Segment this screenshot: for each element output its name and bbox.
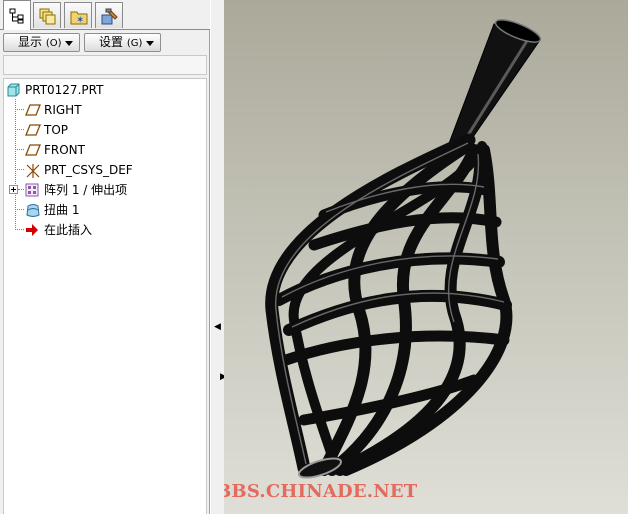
show-label: 显示 <box>18 35 43 49</box>
tree-connector <box>15 109 24 110</box>
settings-mnemonic: (G) <box>126 38 143 49</box>
expand-toggle[interactable] <box>9 185 18 194</box>
panel-splitter[interactable]: ◀ ▶ <box>210 0 227 514</box>
tree-item-label: 阵列 1 / 伸出项 <box>44 183 128 197</box>
tools-icon <box>101 8 118 25</box>
graphics-viewport[interactable]: BBS.CHINADE.NET <box>224 0 628 514</box>
tab-folder-browser[interactable]: ✶ <box>64 2 92 28</box>
site-watermark: BBS.CHINADE.NET <box>224 481 418 502</box>
tree-item-label: FRONT <box>44 143 85 157</box>
tree-connector <box>15 149 24 150</box>
tree-toolbar: 显示 (O) 设置 (G) <box>0 33 210 53</box>
tab-tools[interactable] <box>95 2 123 28</box>
model-tree-icon <box>9 8 24 24</box>
tree-item-label: PRT_CSYS_DEF <box>44 163 133 177</box>
tree-filter-field[interactable] <box>3 55 207 75</box>
tree-item-label: TOP <box>44 123 69 137</box>
part-icon <box>7 83 20 97</box>
insert-here-arrow-icon <box>26 224 38 236</box>
warped-basket-model <box>265 19 542 479</box>
datum-plane-icon <box>25 144 41 156</box>
tab-layers[interactable] <box>33 2 61 28</box>
tree-item-label: PRT0127.PRT <box>25 83 104 97</box>
datum-plane-icon <box>25 104 41 116</box>
folder-star-icon: ✶ <box>70 11 88 26</box>
datum-plane-icon <box>25 124 41 136</box>
model-tree-panel: ✶ 显示 (O) 设置 (G) PRT0127.PRT RIGHT TOP FR… <box>0 0 210 514</box>
layers-icon <box>39 8 56 25</box>
tree-item-label: 扭曲 1 <box>44 203 80 217</box>
model-tree: PRT0127.PRT RIGHT TOP FRONT PRT_CSYS_DEF <box>3 78 207 514</box>
show-mnemonic: (O) <box>45 38 62 49</box>
tab-model-tree[interactable] <box>3 0 31 30</box>
tree-connector <box>18 189 24 190</box>
show-dropdown-button[interactable]: 显示 (O) <box>3 33 80 52</box>
coordinate-system-icon <box>26 164 40 178</box>
navigator-tab-strip: ✶ <box>0 0 210 30</box>
chevron-down-icon <box>146 41 154 46</box>
pattern-icon <box>25 183 39 197</box>
tree-item-label: RIGHT <box>44 103 82 117</box>
svg-text:✶: ✶ <box>76 15 84 26</box>
tree-connector <box>15 99 16 230</box>
tree-connector <box>15 169 24 170</box>
collapse-left-arrow-icon[interactable]: ◀ <box>214 322 221 332</box>
tree-connector <box>15 229 24 230</box>
chevron-down-icon <box>65 41 73 46</box>
settings-dropdown-button[interactable]: 设置 (G) <box>84 33 161 52</box>
tree-connector <box>15 209 24 210</box>
warp-icon <box>26 204 40 217</box>
tree-item-label: 在此插入 <box>44 223 93 237</box>
tree-connector <box>15 129 24 130</box>
settings-label: 设置 <box>99 35 124 49</box>
